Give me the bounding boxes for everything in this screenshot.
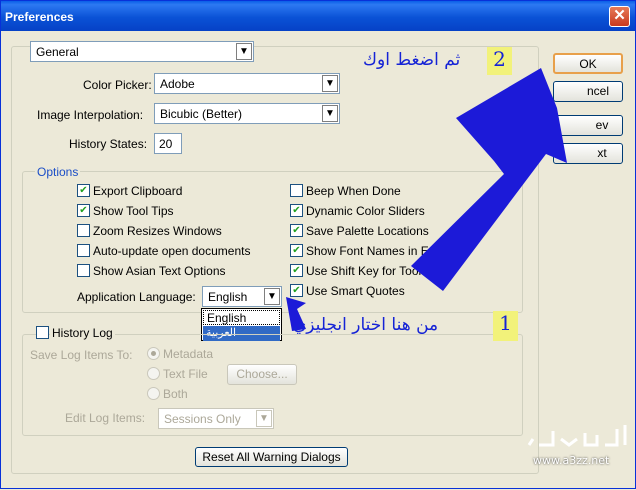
site-logo: www.a3zz.net: [525, 421, 631, 473]
annotation-arrows: [286, 68, 567, 331]
step-1-badge: 1: [493, 311, 518, 341]
big-arrow-icon: [411, 68, 567, 291]
logo-calligraphy-icon: [527, 425, 627, 447]
watermark-url: www.a3zz.net: [533, 454, 610, 467]
step-1-text: من هنا اختار انجليزي: [293, 315, 439, 335]
step-2-badge: 2: [487, 47, 512, 75]
preferences-window: Preferences ✕ General ▼ Color Picker: Ad…: [0, 0, 636, 489]
step-2-text: ثم اضغط اوك: [363, 50, 461, 70]
